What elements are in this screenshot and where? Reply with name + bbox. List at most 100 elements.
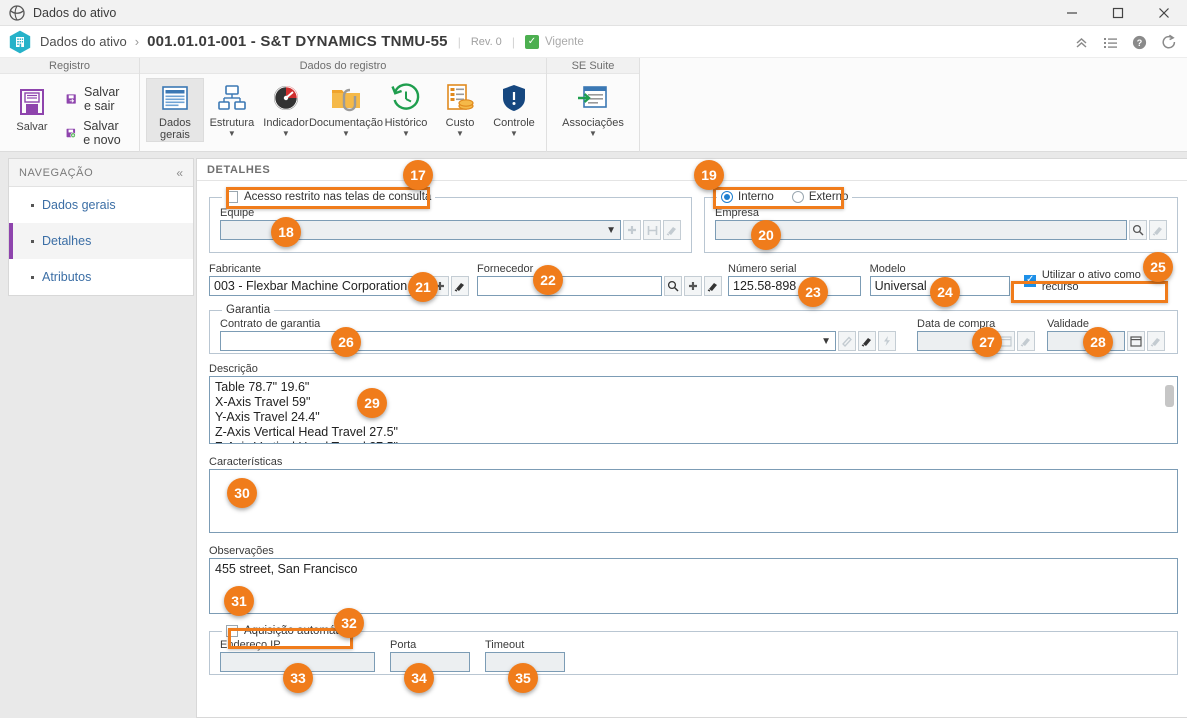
breadcrumb-bar: Dados do ativo › 001.01.01-001 - S&T DYN… (0, 26, 1187, 58)
minimize-button[interactable] (1049, 0, 1095, 26)
clear-brush-icon[interactable] (1147, 331, 1165, 351)
structure-icon (218, 85, 246, 110)
collapse-up-icon[interactable] (1074, 35, 1089, 50)
chevron-down-icon[interactable]: ▼ (342, 130, 350, 138)
pencil-icon[interactable] (838, 331, 856, 351)
cost-coins-icon (447, 84, 474, 110)
tab-historico-label: Histórico (384, 117, 428, 129)
numero-serial-field: Número serial (728, 263, 863, 296)
tab-associacoes[interactable]: Associações ▼ (555, 78, 631, 139)
maximize-button[interactable] (1095, 0, 1141, 26)
associations-icon (577, 86, 607, 108)
clear-brush-icon[interactable] (704, 276, 722, 296)
tab-documentacao[interactable]: Documentação ▼ (309, 78, 383, 139)
annotation-badge-33: 33 (283, 663, 313, 693)
collapse-left-icon[interactable]: « (176, 166, 183, 180)
save-button-label: Salvar (16, 121, 48, 133)
calendar-icon[interactable] (1127, 331, 1145, 351)
list-icon[interactable] (1103, 35, 1118, 50)
check-icon: ✓ (524, 34, 539, 49)
breadcrumb-root[interactable]: Dados do ativo (40, 34, 127, 49)
status-badge: ✓ Vigente (524, 34, 584, 49)
clear-brush-icon[interactable] (1149, 220, 1167, 240)
tab-custo-label: Custo (445, 117, 475, 129)
highlight-aquisicao-automatica (228, 628, 353, 649)
app-globe-icon (9, 4, 25, 21)
add-icon[interactable]: ✚ (684, 276, 702, 296)
add-icon[interactable]: ✚ (623, 220, 641, 240)
descricao-scrollbar-thumb[interactable] (1165, 385, 1174, 407)
bullet-icon (31, 203, 34, 207)
help-icon[interactable]: ? (1132, 35, 1147, 50)
porta-field: Porta (390, 639, 480, 672)
annotation-badge-23: 23 (798, 277, 828, 307)
tab-documentacao-label: Documentação (308, 117, 383, 129)
clear-brush-icon[interactable] (858, 331, 876, 351)
search-team-icon[interactable] (643, 220, 661, 240)
ribbon-group-dados-registro: Dados do registro Dados gerais Estrutura… (140, 58, 547, 152)
tab-indicador-label: Indicador (263, 117, 309, 129)
history-clock-icon (391, 83, 420, 110)
chevron-down-icon: ▼ (821, 335, 831, 347)
contrato-garantia-select[interactable]: ▼ (220, 331, 836, 351)
magnifier-icon[interactable] (1129, 220, 1147, 240)
save-button[interactable]: Salvar (6, 82, 58, 134)
fabricante-input[interactable] (209, 276, 429, 296)
tab-indicador[interactable]: Indicador ▼ (260, 78, 312, 139)
highlight-restricted-access (226, 187, 430, 209)
ribbon-group-se-suite: SE Suite Associações ▼ (547, 58, 640, 152)
tab-controle[interactable]: Controle ▼ (488, 78, 540, 139)
clear-brush-icon[interactable] (451, 276, 469, 296)
ribbon-group-registro: Registro Salvar Salvar e sair Salvar e n… (0, 58, 140, 152)
tab-custo[interactable]: Custo ▼ (434, 78, 486, 139)
ribbon-group-se-suite-title: SE Suite (547, 58, 639, 74)
chevron-down-icon[interactable]: ▼ (456, 130, 464, 138)
tab-dados-gerais[interactable]: Dados gerais (146, 78, 204, 143)
observacoes-textarea[interactable]: 455 street, San Francisco (209, 558, 1178, 614)
sidebar-item-atributos[interactable]: Atributos (9, 259, 193, 295)
bolt-icon[interactable] (878, 331, 896, 351)
bullet-icon (31, 275, 34, 279)
annotation-badge-31: 31 (224, 586, 254, 616)
chevron-down-icon[interactable]: ▼ (228, 130, 236, 138)
folder-clip-icon (331, 88, 360, 112)
page-title: 001.01.01-001 - S&T DYNAMICS TNMU-55 (147, 33, 448, 50)
header-action-icons: ? (1074, 26, 1177, 58)
save-and-exit-button[interactable]: Salvar e sair (58, 82, 134, 116)
chevron-down-icon[interactable]: ▼ (510, 130, 518, 138)
chevron-down-icon[interactable]: ▼ (282, 130, 290, 138)
details-form-body: Acesso restrito nas telas de consulta Eq… (197, 181, 1187, 675)
validade-label: Validade (1047, 318, 1089, 330)
descricao-textarea[interactable]: Table 78.7" 19.6" X-Axis Travel 59" Y-Ax… (209, 376, 1178, 444)
chevron-down-icon[interactable]: ▼ (589, 130, 597, 138)
tab-estrutura[interactable]: Estrutura ▼ (206, 78, 258, 139)
annotation-badge-24: 24 (930, 277, 960, 307)
main-content: NAVEGAÇÃO « Dados gerais Detalhes Atribu… (0, 152, 1187, 718)
save-and-new-button[interactable]: Salvar e novo (58, 116, 134, 150)
clear-brush-icon[interactable] (1017, 331, 1035, 351)
chevron-down-icon[interactable]: ▼ (402, 130, 410, 138)
navigation-header: NAVEGAÇÃO « (9, 159, 193, 187)
annotation-badge-17: 17 (403, 160, 433, 190)
magnifier-icon[interactable] (664, 276, 682, 296)
ribbon-group-dados-registro-title: Dados do registro (140, 58, 546, 74)
divider-2: | (511, 34, 515, 49)
annotation-badge-32: 32 (334, 608, 364, 638)
garantia-legend: Garantia (226, 304, 271, 316)
contrato-garantia-label: Contrato de garantia (220, 318, 321, 330)
svg-text:?: ? (1137, 38, 1143, 48)
numero-serial-input[interactable] (728, 276, 861, 296)
annotation-badge-29: 29 (357, 388, 387, 418)
close-button[interactable] (1141, 0, 1187, 26)
window-titlebar: Dados do ativo (0, 0, 1187, 26)
timeout-label: Timeout (485, 639, 525, 651)
sidebar-item-dados-gerais[interactable]: Dados gerais (9, 187, 193, 223)
refresh-icon[interactable] (1161, 34, 1177, 50)
status-label: Vigente (544, 35, 584, 48)
clear-brush-icon[interactable] (663, 220, 681, 240)
fornecedor-input[interactable] (477, 276, 662, 296)
caracteristicas-textarea[interactable] (209, 469, 1178, 533)
tab-historico[interactable]: Histórico ▼ (380, 78, 432, 139)
sidebar-item-detalhes[interactable]: Detalhes (9, 223, 193, 259)
navigation-title: NAVEGAÇÃO (19, 166, 94, 179)
